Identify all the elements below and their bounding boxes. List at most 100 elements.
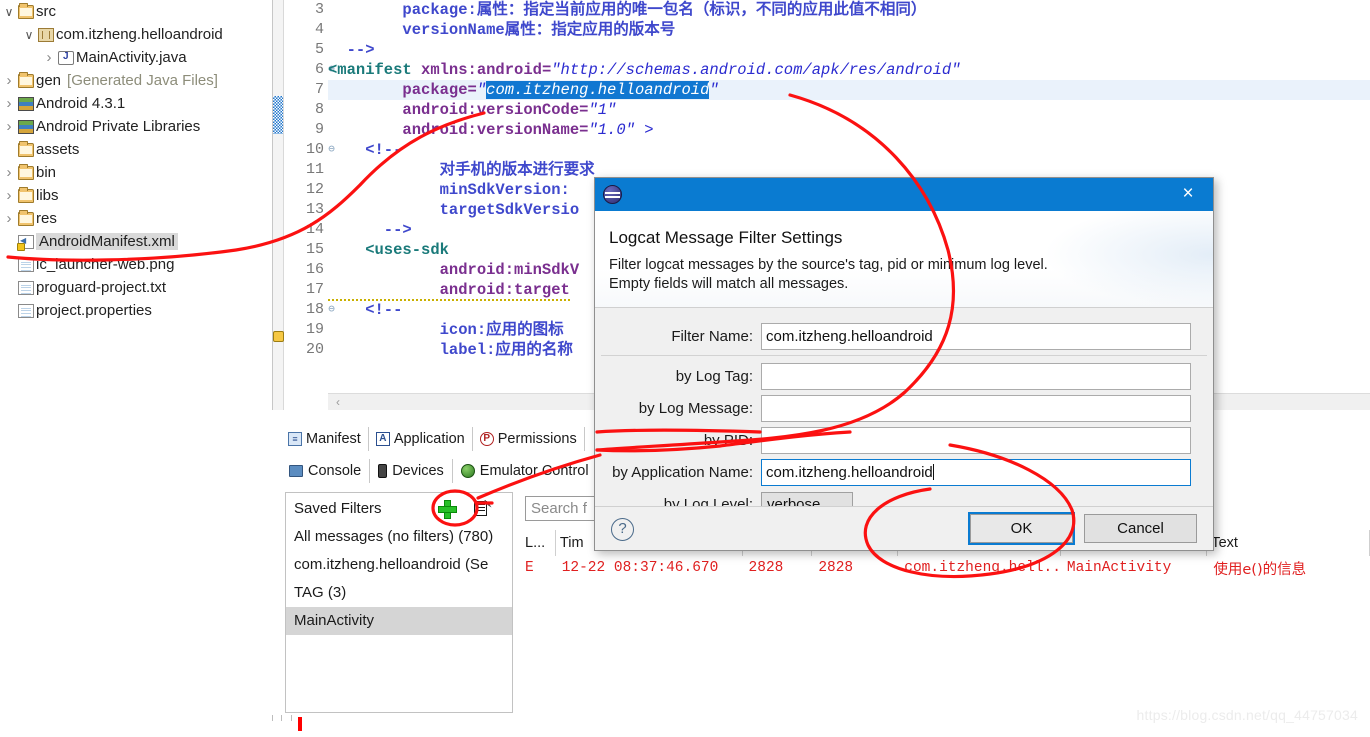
tree-item-res[interactable]: res [0,207,272,230]
chevron-down-icon[interactable] [2,5,16,19]
code-token: 属性：指定应用的版本号 [504,21,676,39]
warning-marker-icon[interactable] [272,330,284,344]
tree-item-ic-launcher-web-png[interactable]: ic_launcher-web.png [0,253,272,276]
tab-emulator-control[interactable]: Emulator Control [453,459,598,483]
code-token: " [476,81,487,99]
table-cell-application: com.itzheng.hell... [904,560,1061,576]
column-header[interactable]: L... [521,530,556,556]
ok-button[interactable]: OK [968,512,1075,545]
filter-name-label: Filter Name: [671,328,753,345]
line-number-value: 9 [314,121,324,138]
xml-file-warning-icon [16,234,36,251]
ddms-view-tabs[interactable]: Console Devices Emulator Control [281,459,598,483]
tree-item-label: MainActivity.java [76,49,187,66]
folder-icon-glyph [18,163,34,180]
line-number-value: 20 [305,341,324,358]
cancel-button[interactable]: Cancel [1084,514,1197,543]
chevron-right-icon[interactable] [2,164,16,181]
table-cell-level: E [525,560,534,576]
column-header[interactable]: Text [1207,530,1370,556]
table-cell-time: 12-22 08:37:46.670 [561,560,719,576]
saved-filters-list[interactable]: All messages (no filters) (780) com.itzhe… [286,523,512,635]
line-number-value: 19 [305,321,324,338]
form-separator [601,355,1207,356]
chevron-right-icon[interactable] [42,49,56,66]
edit-filter-icon[interactable] [474,499,493,517]
list-item[interactable]: MainActivity [286,607,512,635]
chevron-right-icon[interactable] [2,95,16,112]
package-folder-icon-glyph [18,71,34,88]
table-row[interactable]: E 12-22 08:37:46.670 2828 2828 com.itzheng.h… [521,556,1370,580]
tree-item-proguard-project-txt[interactable]: proguard-project.txt [0,276,272,299]
application-name-input[interactable]: com.itzheng.helloandroid [761,459,1191,486]
code-token: package= [328,81,477,99]
tree-item-libs[interactable]: libs [0,184,272,207]
code-token: android:minSdkV [328,261,580,279]
chevron-down-icon[interactable] [22,28,36,42]
code-line-7: package="com.itzheng.helloandroid" [328,80,1370,100]
chevron-right-icon[interactable] [2,210,16,227]
tab-manifest[interactable]: Manifest [281,427,369,451]
file-icon [16,303,36,318]
tab-label: Permissions [497,431,577,447]
chevron-right-icon[interactable] [2,187,16,204]
logcat-message-table[interactable]: L... Tim Text E 12-22 08:37:46.670 2828 2828 c… [521,530,1370,717]
application-window: src com.itzheng.helloandroid MainActivity.… [0,0,1370,737]
log-tag-input[interactable] [761,363,1191,390]
chevron-right-icon[interactable] [2,72,16,89]
tree-item-project-properties[interactable]: project.properties [0,299,272,322]
tree-item-src[interactable]: src [0,0,272,23]
bottom-strip: https://blog.csdn.net/qq_44757034 [0,707,1370,737]
pid-input[interactable] [761,427,1191,454]
filter-name-value: com.itzheng.helloandroid [766,328,933,345]
line-number: 15 [284,240,326,260]
add-filter-icon[interactable] [438,500,457,519]
text-caret [932,464,934,480]
list-item[interactable]: All messages (no filters) (780) [286,523,512,551]
code-line-6: <manifest xmlns:android="http://schemas.… [328,60,1370,80]
dialog-title-bar[interactable]: × [595,178,1213,211]
tree-item-label: assets [36,141,80,158]
editor-left-border [272,0,273,410]
tab-permissions[interactable]: P Permissions [473,427,585,451]
tree-item-label: com.itzheng.helloandroid [56,26,223,43]
line-number-value: 11 [305,161,324,178]
line-number: 19 [284,320,326,340]
list-item[interactable]: TAG (3) [286,579,512,607]
filter-name-input[interactable]: com.itzheng.helloandroid [761,323,1191,350]
tree-item-com-itzheng-helloandroid[interactable]: com.itzheng.helloandroid [0,23,272,46]
tab-devices[interactable]: Devices [370,459,453,483]
table-cell-tag: MainActivity [1066,560,1172,576]
tab-console[interactable]: Console [281,459,371,483]
scroll-left-icon[interactable]: ‹ [330,394,346,410]
line-number: 17 [284,280,326,300]
line-number: 5 [284,40,326,60]
tree-item-mainactivity-java[interactable]: MainActivity.java [0,46,272,69]
tab-label: Emulator Control [479,463,589,479]
line-number-value: 6 [314,61,324,78]
editor-line-number-gutter: 3 4 5 6 ⊖ 7 8 9 10 ⊖ 11 12 13 14 15 16 17 18 ⊖ 19 20 [284,0,335,410]
letter-p-icon: P [479,432,494,446]
tree-item-androidmanifest-xml[interactable]: AndroidManifest.xml [0,230,272,253]
list-item[interactable]: com.itzheng.helloandroid (Se [286,551,512,579]
chevron-right-icon[interactable] [2,118,16,135]
manifest-editor-tabs[interactable]: ManifestAApplicationPPermissions [281,427,585,451]
code-token: <!-- [328,141,403,159]
tree-item-bin[interactable]: bin [0,161,272,184]
file-icon-glyph [18,280,34,295]
tab-application[interactable]: A Application [369,427,473,451]
tree-item-assets[interactable]: assets [0,138,272,161]
close-icon[interactable]: × [1175,182,1201,206]
edit-pad-shape [474,501,487,516]
library-icon [16,96,36,111]
line-number-value: 16 [305,261,324,278]
logcat-table-body[interactable]: E 12-22 08:37:46.670 2828 2828 com.itzheng.h… [521,556,1370,580]
tree-item-android-private-libraries[interactable]: Android Private Libraries [0,115,272,138]
package-explorer-tree[interactable]: src com.itzheng.helloandroid MainActivity.… [0,0,272,737]
tree-item-android-4-3-1[interactable]: Android 4.3.1 [0,92,272,115]
code-token: 属性：指定当前应用的唯一包名（标识，不同的应用此值不相同） [476,1,927,19]
tree-item-gen[interactable]: gen [Generated Java Files] [0,69,272,92]
question-mark-icon[interactable]: ? [611,518,634,541]
tree-item-label: Android Private Libraries [36,118,201,135]
log-message-input[interactable] [761,395,1191,422]
